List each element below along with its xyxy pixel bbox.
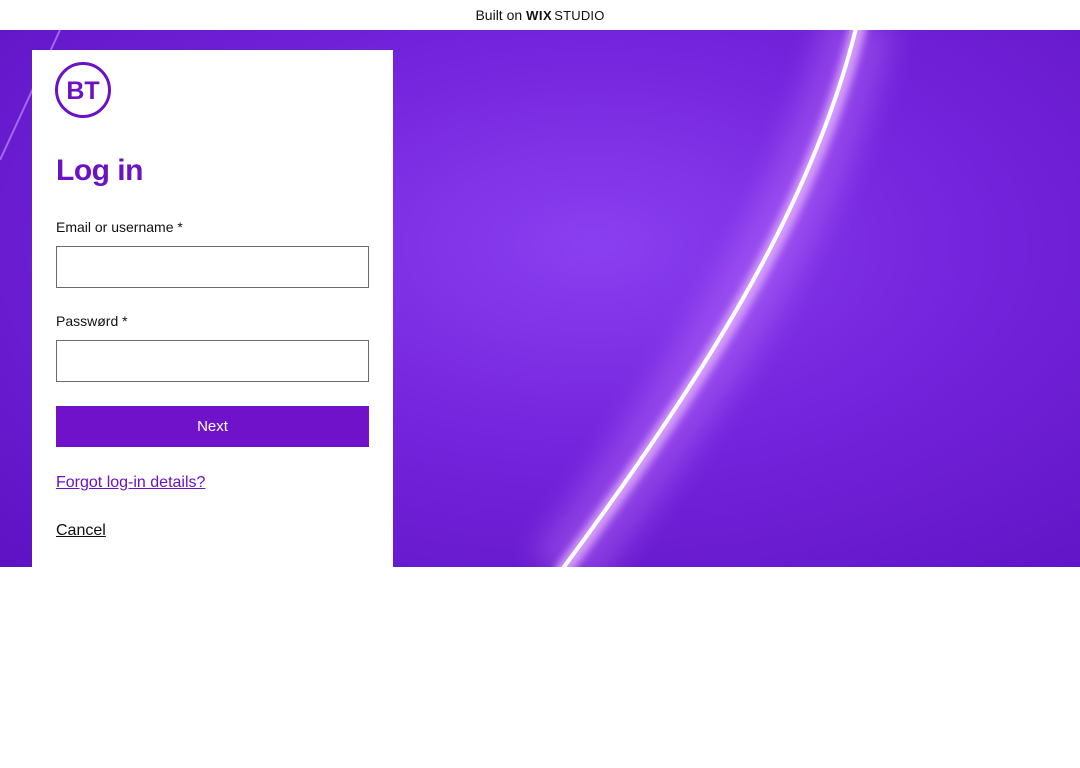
page-title: Log in: [56, 154, 143, 187]
login-card: BT Log in Email or username * Passwørd *…: [32, 50, 393, 567]
password-label: Passwørd *: [56, 313, 128, 329]
email-input[interactable]: [56, 246, 369, 288]
cancel-link[interactable]: Cancel: [56, 522, 106, 540]
banner-wix-logo: WIX: [526, 7, 553, 23]
wix-studio-banner[interactable]: Built on WIX STUDIO: [0, 0, 1080, 30]
email-label: Email or username *: [56, 219, 183, 235]
bt-logo-text: BT: [66, 77, 99, 105]
banner-built-on-text: Built on: [475, 7, 523, 23]
forgot-login-link[interactable]: Forgot log-in details?: [56, 474, 205, 492]
banner-studio-text: STUDIO: [554, 7, 605, 23]
password-input[interactable]: [56, 340, 369, 382]
next-button[interactable]: Next: [56, 406, 369, 447]
bt-logo-icon: BT: [55, 62, 111, 118]
